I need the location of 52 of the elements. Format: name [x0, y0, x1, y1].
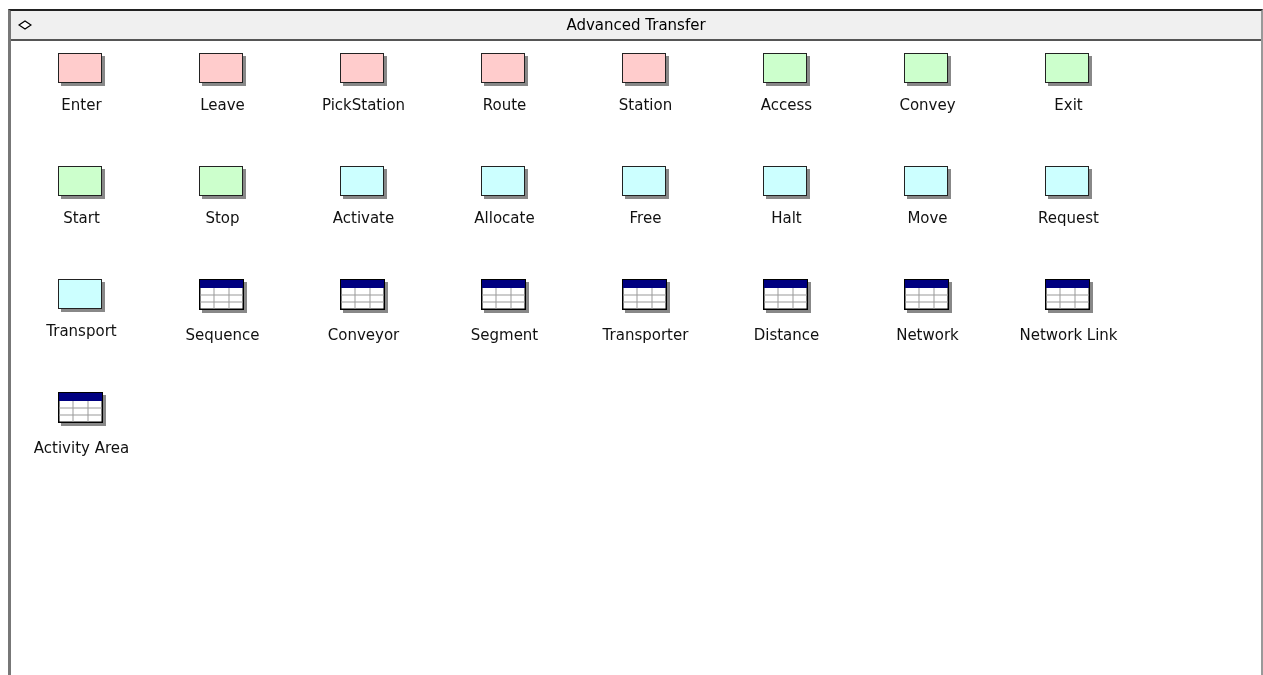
module-label: Free	[629, 209, 662, 227]
module-label: Network	[896, 326, 959, 344]
module-icon[interactable]	[904, 166, 948, 196]
module-label: Access	[760, 96, 813, 114]
window-title: Advanced Transfer	[566, 16, 706, 34]
module-label: Conveyor	[327, 326, 400, 344]
module-icon[interactable]	[340, 166, 384, 196]
module-icon[interactable]	[199, 53, 243, 83]
module-icon[interactable]	[58, 166, 102, 196]
module-icon[interactable]	[1045, 53, 1089, 83]
module-label: Leave	[200, 96, 245, 114]
module-label: Enter	[61, 96, 102, 114]
module-label: Network Link	[1019, 326, 1118, 344]
module-label: Segment	[470, 326, 539, 344]
table-icon[interactable]	[762, 279, 811, 313]
module-icon[interactable]	[622, 53, 666, 83]
table-icon[interactable]	[339, 279, 388, 313]
module-icon[interactable]	[58, 279, 102, 309]
module-icon[interactable]	[58, 53, 102, 83]
module-label: Transporter	[602, 326, 689, 344]
table-icon[interactable]	[621, 279, 670, 313]
module-label: Sequence	[185, 326, 260, 344]
module-label: Exit	[1054, 96, 1083, 114]
module-icon[interactable]	[481, 53, 525, 83]
module-icon[interactable]	[481, 166, 525, 196]
module-icon[interactable]	[763, 53, 807, 83]
table-icon[interactable]	[1044, 279, 1093, 313]
module-label: Convey	[899, 96, 956, 114]
module-label: Stop	[205, 209, 240, 227]
module-icon[interactable]	[622, 166, 666, 196]
module-label: PickStation	[321, 96, 406, 114]
module-label: Allocate	[474, 209, 535, 227]
module-label: Route	[482, 96, 527, 114]
table-icon[interactable]	[903, 279, 952, 313]
module-label: Transport	[46, 322, 117, 340]
table-icon[interactable]	[198, 279, 247, 313]
table-icon[interactable]	[57, 392, 106, 426]
module-label: Move	[907, 209, 948, 227]
module-icon[interactable]	[763, 166, 807, 196]
module-label: Start	[63, 209, 100, 227]
module-label: Activate	[332, 209, 395, 227]
diamond-icon[interactable]	[18, 20, 32, 30]
module-label: Distance	[753, 326, 820, 344]
module-icon[interactable]	[904, 53, 948, 83]
module-icon[interactable]	[199, 166, 243, 196]
module-label: Activity Area	[33, 439, 130, 457]
module-label: Halt	[771, 209, 802, 227]
module-label: Request	[1038, 209, 1099, 227]
module-icon[interactable]	[340, 53, 384, 83]
module-label: Station	[618, 96, 673, 114]
module-icon[interactable]	[1045, 166, 1089, 196]
table-icon[interactable]	[480, 279, 529, 313]
